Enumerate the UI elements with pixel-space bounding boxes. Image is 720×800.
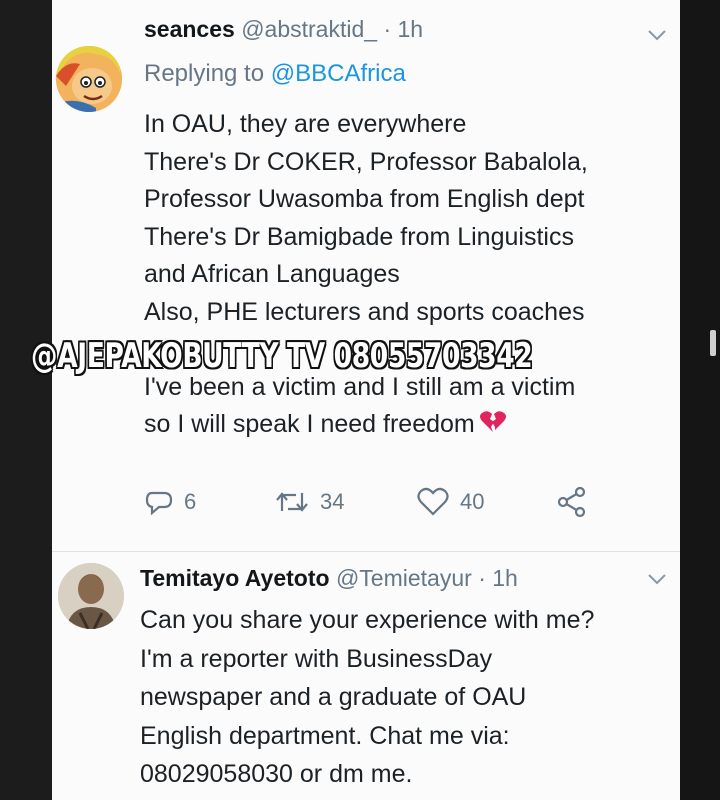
- timestamp[interactable]: · 1h: [478, 565, 518, 591]
- handle[interactable]: @abstraktid_: [241, 16, 377, 42]
- avatar[interactable]: [58, 563, 124, 629]
- tweet-line: and African Languages: [144, 260, 400, 288]
- handle[interactable]: @Temietayur: [336, 565, 472, 591]
- tweet-line-text: so I will speak I need freedom: [144, 410, 475, 438]
- tweet-line: English department. Chat me via:: [140, 721, 510, 750]
- tweet-line: Professor Uwasomba from English dept: [144, 185, 585, 213]
- right-edge: [680, 0, 720, 800]
- reply-button[interactable]: 6: [144, 484, 196, 520]
- tweet-line-last: so I will speak I need freedom: [144, 406, 672, 444]
- broken-heart-icon: [479, 411, 506, 432]
- chevron-down-icon[interactable]: [646, 572, 668, 586]
- retweet-button[interactable]: 34: [274, 484, 344, 520]
- timeline: seances @abstraktid_ · 1h Replying to @B…: [52, 0, 680, 800]
- tweet-text: In OAU, they are everywhere There's Dr C…: [144, 106, 672, 444]
- avatar-photo-image: [58, 563, 124, 629]
- like-button[interactable]: 40: [416, 484, 484, 520]
- retweet-icon: [276, 492, 308, 512]
- tweet-header: seances @abstraktid_ · 1h: [144, 16, 423, 43]
- tweet-text: Can you share your experience with me? I…: [140, 601, 672, 794]
- like-icon: [417, 487, 449, 516]
- avatar-cartoon-image: [56, 46, 122, 112]
- tweet-2[interactable]: Temitayo Ayetoto @Temietayur · 1h Can yo…: [52, 552, 680, 800]
- reply-icon: [145, 491, 173, 516]
- display-name[interactable]: seances: [144, 16, 235, 42]
- mention-link[interactable]: @BBCAfrica: [271, 60, 406, 87]
- retweet-count: 34: [320, 489, 345, 514]
- tweet-line: I'm a reporter with BusinessDay: [140, 644, 493, 673]
- left-edge: [0, 0, 52, 800]
- share-icon: [557, 486, 586, 518]
- tweet-line: 08029058030 or dm me.: [140, 760, 413, 788]
- like-count: 40: [460, 489, 485, 514]
- tweet-line: There's Dr COKER, Professor Babalola,: [144, 147, 588, 176]
- scrollbar-thumb[interactable]: [710, 330, 716, 356]
- tweet-header: Temitayo Ayetoto @Temietayur · 1h: [140, 565, 518, 592]
- display-name[interactable]: Temitayo Ayetoto: [140, 565, 330, 591]
- avatar[interactable]: [56, 46, 122, 112]
- replying-label: Replying to: [144, 60, 265, 87]
- tweet-actions: 6 34 40: [144, 484, 644, 520]
- share-button[interactable]: [556, 484, 598, 520]
- tweet-line: In OAU, they are everywhere: [144, 110, 467, 138]
- tweet-line: Can you share your experience with me?: [140, 606, 595, 634]
- tweet-line: Also, PHE lecturers and sports coaches: [144, 297, 585, 326]
- watermark-overlay: @AJEPAKOBUTTY TV 08055703342: [31, 336, 533, 376]
- replying-to: Replying to @BBCAfrica: [144, 60, 406, 88]
- timestamp[interactable]: · 1h: [383, 16, 423, 42]
- chevron-down-icon[interactable]: [646, 28, 668, 42]
- reply-count: 6: [184, 489, 197, 514]
- tweet-1[interactable]: seances @abstraktid_ · 1h Replying to @B…: [52, 0, 680, 552]
- tweet-line: There's Dr Bamigbade from Linguistics: [144, 222, 574, 251]
- tweet-line: newspaper and a graduate of OAU: [140, 683, 527, 711]
